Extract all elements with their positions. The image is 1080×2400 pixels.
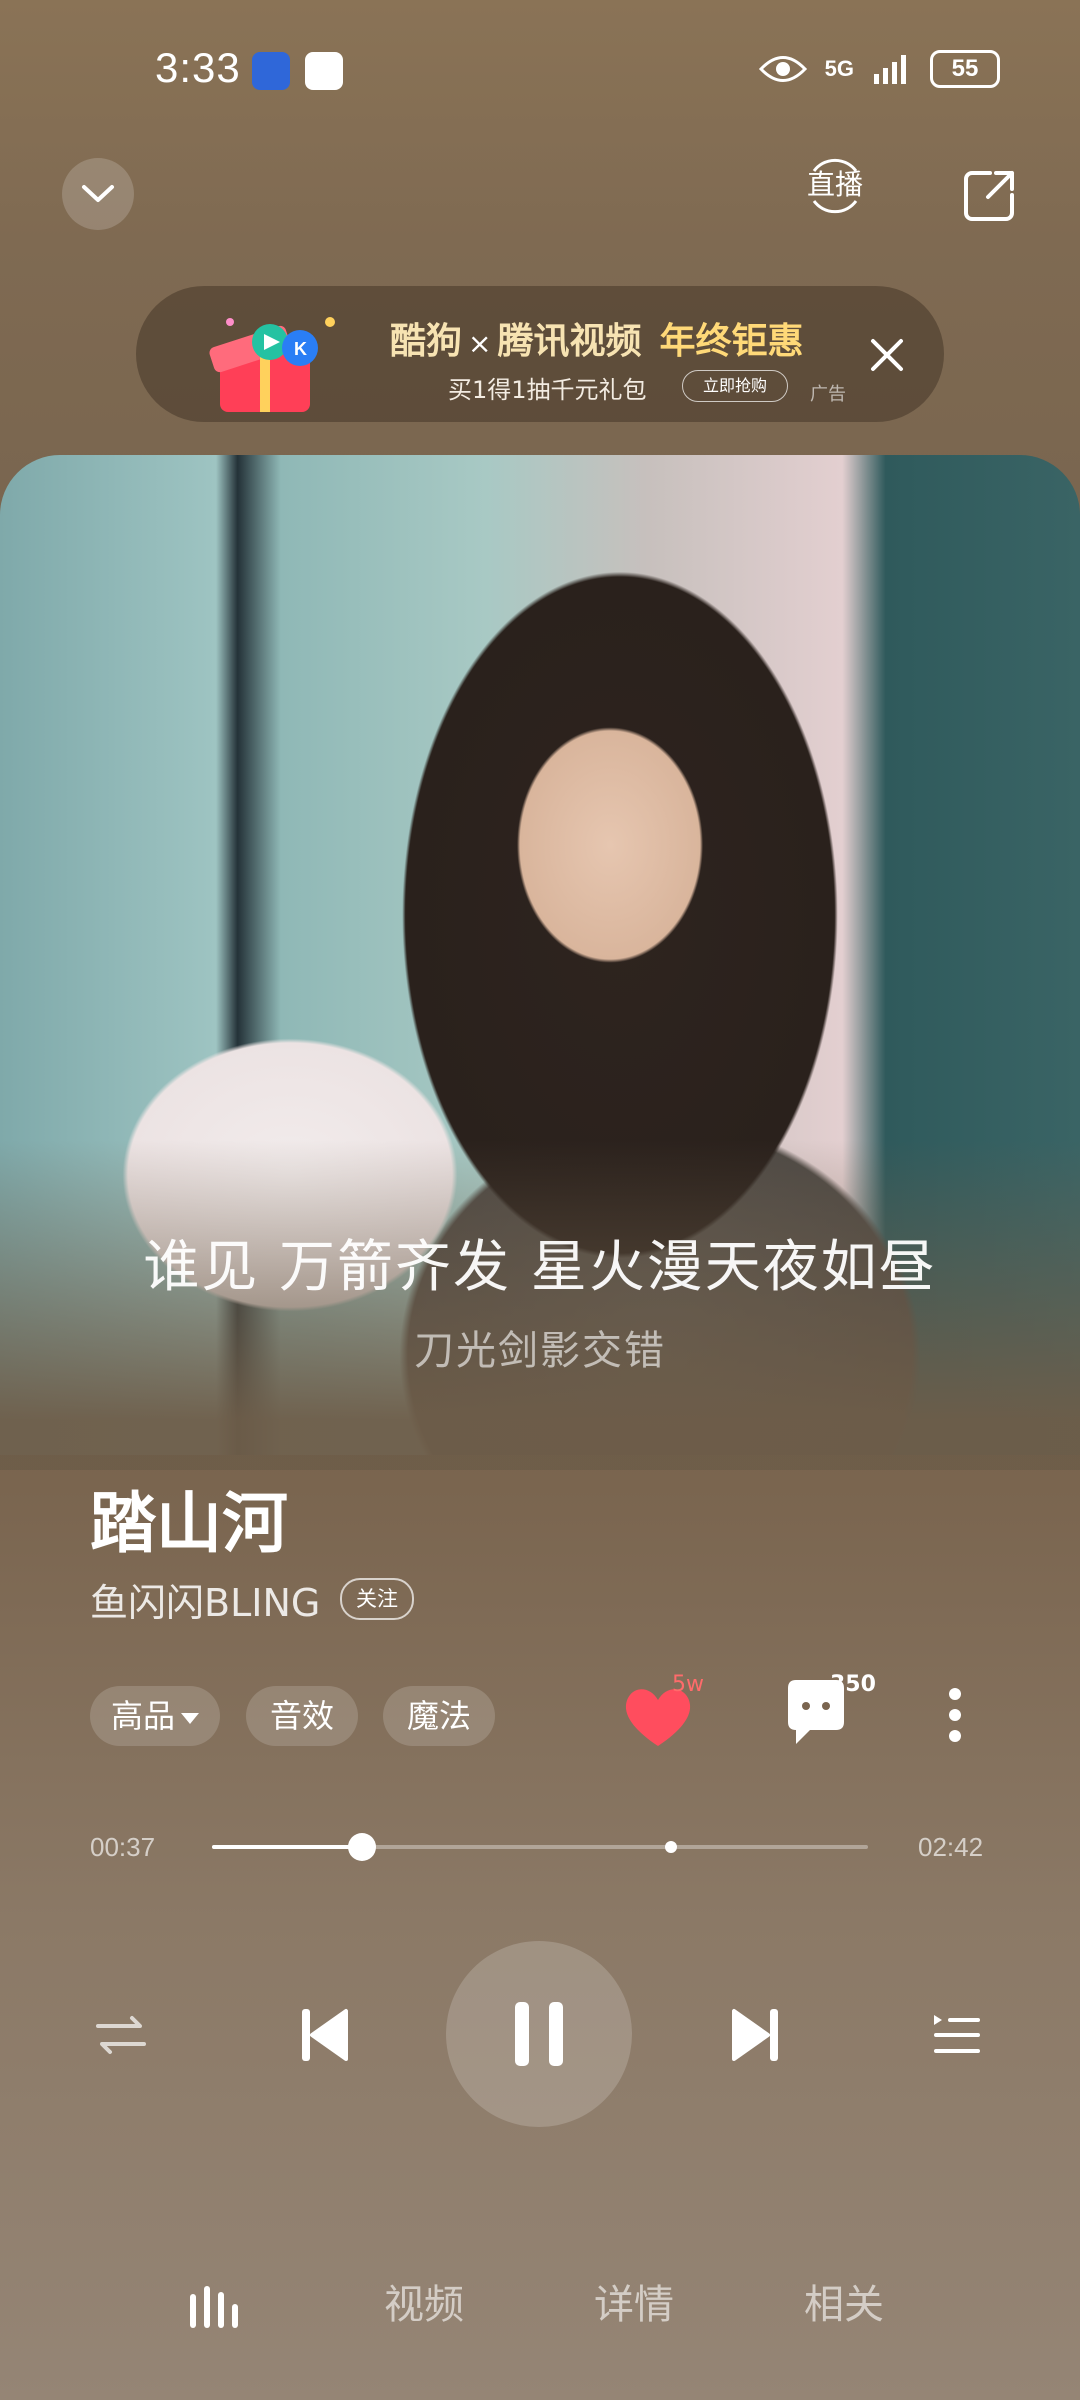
repeat-icon	[96, 2016, 146, 2054]
ad-cross: ×	[468, 327, 492, 360]
pause-icon	[515, 2002, 563, 2066]
signal-icon	[874, 55, 906, 84]
quality-button[interactable]: 高品	[90, 1686, 220, 1746]
sound-effect-button[interactable]: 音效	[246, 1686, 358, 1746]
notification-video-app-icon	[305, 52, 343, 90]
artist-name[interactable]: 鱼闪闪BLING	[90, 1572, 320, 1627]
ad-cta-button[interactable]: 立即抢购	[682, 370, 788, 402]
playlist-button[interactable]	[912, 1990, 1002, 2080]
ad-headline-suffix: 年终钜惠	[659, 321, 804, 362]
more-options-icon[interactable]	[940, 1680, 970, 1750]
ad-tag: 广告	[810, 384, 846, 405]
close-icon[interactable]	[865, 333, 909, 377]
like-count: 5w	[672, 1672, 704, 1697]
pause-button[interactable]	[446, 1941, 632, 2127]
gift-box-icon: K	[209, 317, 335, 412]
next-track-button[interactable]	[711, 1990, 801, 2080]
skip-next-icon	[732, 2009, 778, 2061]
share-icon	[964, 171, 1014, 221]
ad-subtitle: 买1得1抽千元礼包	[448, 376, 647, 404]
progress-fill	[212, 1845, 362, 1849]
ad-brand-right: 腾讯视频	[497, 321, 642, 362]
notification-app-icon	[252, 52, 290, 90]
share-button[interactable]	[960, 165, 1020, 225]
chevron-down-icon	[82, 185, 114, 202]
progress-bar[interactable]	[212, 1833, 868, 1861]
quality-label: 高品	[110, 1697, 175, 1735]
tab-lyrics-icon[interactable]	[186, 2282, 246, 2332]
magic-button[interactable]: 魔法	[383, 1686, 495, 1746]
tab-video[interactable]: 视频	[384, 2272, 464, 2330]
svg-text:K: K	[294, 339, 307, 359]
lyric-next-line[interactable]: 刀光剑影交错	[0, 1318, 1080, 1376]
live-button[interactable]: 直播	[800, 155, 870, 215]
status-time: 3:33	[155, 44, 241, 91]
climax-marker[interactable]	[665, 1841, 678, 1853]
ad-title: 酷狗 × 腾讯视频 年终钜惠	[390, 312, 804, 364]
total-time: 02:42	[918, 1832, 984, 1862]
previous-track-button[interactable]	[279, 1990, 369, 2080]
comment-count: 350	[830, 1672, 876, 1697]
collapse-button[interactable]	[62, 158, 134, 230]
tab-related[interactable]: 相关	[804, 2272, 884, 2330]
playlist-icon	[934, 2015, 980, 2053]
status-indicators: 5G 55	[758, 50, 1000, 88]
battery-indicator: 55	[930, 50, 1000, 88]
current-time: 00:37	[90, 1832, 156, 1862]
caret-down-icon	[181, 1712, 199, 1724]
network-label: 5G	[824, 56, 854, 81]
lyric-current-line[interactable]: 谁见 万箭齐发 星火漫天夜如昼	[0, 1222, 1080, 1303]
eye-icon	[758, 56, 807, 82]
skip-previous-icon	[302, 2009, 348, 2061]
tab-details[interactable]: 详情	[594, 2272, 674, 2330]
cover-fade-overlay	[0, 1140, 1080, 1470]
song-title: 踏山河	[90, 1485, 288, 1562]
ad-brand-left: 酷狗	[390, 321, 463, 362]
repeat-mode-button[interactable]	[76, 1990, 166, 2080]
follow-button[interactable]: 关注	[340, 1578, 414, 1620]
progress-thumb[interactable]	[347, 1833, 376, 1861]
live-label: 直播	[806, 168, 863, 201]
